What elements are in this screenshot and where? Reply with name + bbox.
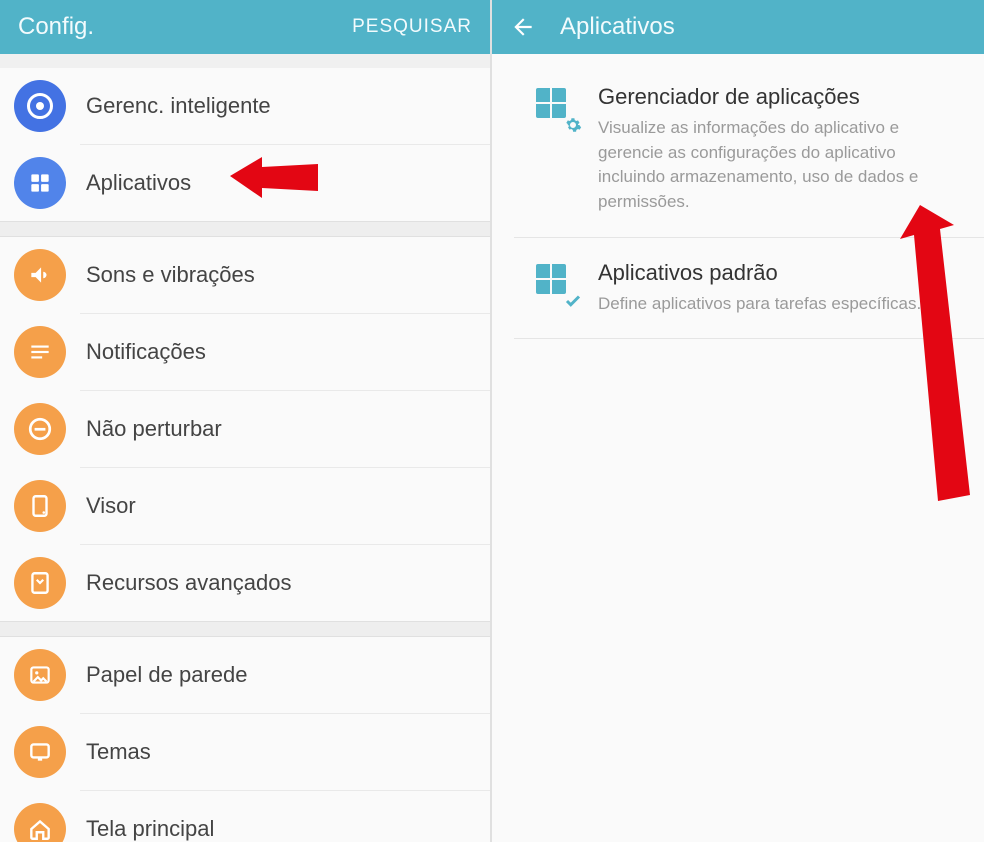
list-item-dnd[interactable]: Não perturbar — [0, 391, 490, 467]
gear-icon — [564, 116, 582, 134]
detail-item-desc: Define aplicativos para tarefas específi… — [598, 292, 954, 317]
sound-icon — [14, 249, 66, 301]
wallpaper-icon — [14, 649, 66, 701]
detail-item-title: Aplicativos padrão — [598, 260, 954, 286]
list-item-notifications[interactable]: Notificações — [0, 314, 490, 390]
list-item-label: Visor — [86, 493, 136, 519]
list-item-smart-manager[interactable]: Gerenc. inteligente — [0, 68, 490, 144]
list-item-sounds[interactable]: Sons e vibrações — [0, 237, 490, 313]
search-button[interactable]: PESQUISAR — [352, 16, 472, 38]
detail-panel: Aplicativos Gerenciador de aplicações Vi… — [492, 0, 984, 842]
list-item-display[interactable]: Visor — [0, 468, 490, 544]
list-item-aplicativos[interactable]: Aplicativos — [0, 145, 490, 221]
list-item-themes[interactable]: Temas — [0, 714, 490, 790]
divider — [0, 54, 490, 68]
annotation-arrow — [230, 151, 320, 209]
home-screen-icon — [14, 803, 66, 842]
list-item-label: Temas — [86, 739, 151, 765]
check-icon — [564, 292, 582, 310]
detail-text: Aplicativos padrão Define aplicativos pa… — [598, 260, 954, 317]
display-icon — [14, 480, 66, 532]
themes-icon — [14, 726, 66, 778]
divider — [0, 221, 490, 237]
list-item-label: Aplicativos — [86, 170, 191, 196]
back-button[interactable] — [510, 14, 536, 40]
detail-item-title: Gerenciador de aplicações — [598, 84, 954, 110]
left-header: Config. PESQUISAR — [0, 0, 490, 54]
list-item-label: Recursos avançados — [86, 570, 291, 596]
list-item-home-screen[interactable]: Tela principal — [0, 791, 490, 842]
detail-item-desc: Visualize as informações do aplicativo e… — [598, 116, 954, 215]
apps-icon — [14, 157, 66, 209]
advanced-icon — [14, 557, 66, 609]
settings-list: Gerenc. inteligente Aplicativos Sons e v… — [0, 54, 490, 842]
config-title: Config. — [18, 13, 94, 41]
apps-manage-icon — [536, 88, 576, 128]
list-item-label: Gerenc. inteligente — [86, 93, 271, 119]
apps-default-icon — [536, 264, 576, 304]
list-item-wallpaper[interactable]: Papel de parede — [0, 637, 490, 713]
list-item-label: Sons e vibrações — [86, 262, 255, 288]
dnd-icon — [14, 403, 66, 455]
divider — [0, 621, 490, 637]
list-item-label: Tela principal — [86, 816, 214, 842]
detail-title: Aplicativos — [560, 13, 675, 41]
settings-list-panel: Config. PESQUISAR Gerenc. inteligente Ap… — [0, 0, 492, 842]
detail-item-app-manager[interactable]: Gerenciador de aplicações Visualize as i… — [514, 62, 984, 238]
detail-item-default-apps[interactable]: Aplicativos padrão Define aplicativos pa… — [514, 238, 984, 340]
list-item-advanced[interactable]: Recursos avançados — [0, 545, 490, 621]
detail-list: Gerenciador de aplicações Visualize as i… — [492, 54, 984, 339]
list-item-label: Não perturbar — [86, 416, 222, 442]
list-item-label: Notificações — [86, 339, 206, 365]
list-item-label: Papel de parede — [86, 662, 247, 688]
arrow-left-icon — [510, 14, 536, 40]
right-header: Aplicativos — [492, 0, 984, 54]
smart-manager-icon — [14, 80, 66, 132]
notifications-icon — [14, 326, 66, 378]
detail-text: Gerenciador de aplicações Visualize as i… — [598, 84, 954, 215]
